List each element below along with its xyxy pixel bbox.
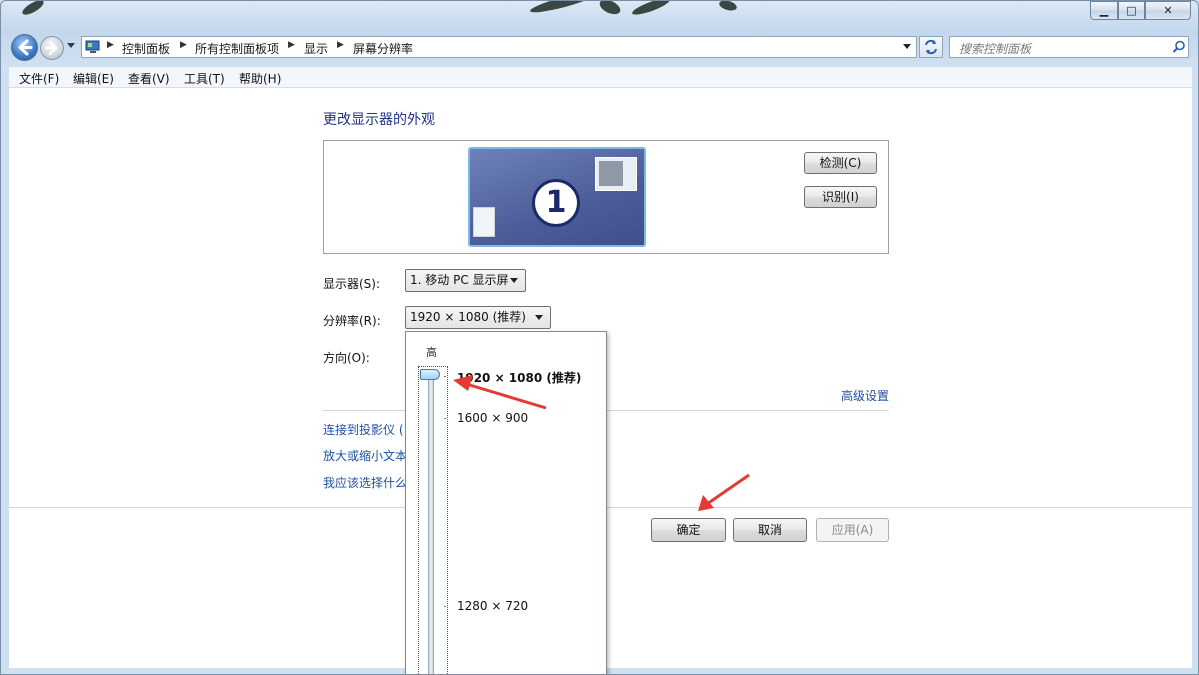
annotation-overlay [453,375,750,511]
annotation-arrow-icon [698,473,750,511]
annotation-arrow-icon [453,375,547,410]
control-panel-window: ▁ □ ✕ ▶ 控制面板 ▶ 所有控制面板项 ▶ 显示 ▶ 屏幕分辨率 搜索控制… [0,0,1199,675]
